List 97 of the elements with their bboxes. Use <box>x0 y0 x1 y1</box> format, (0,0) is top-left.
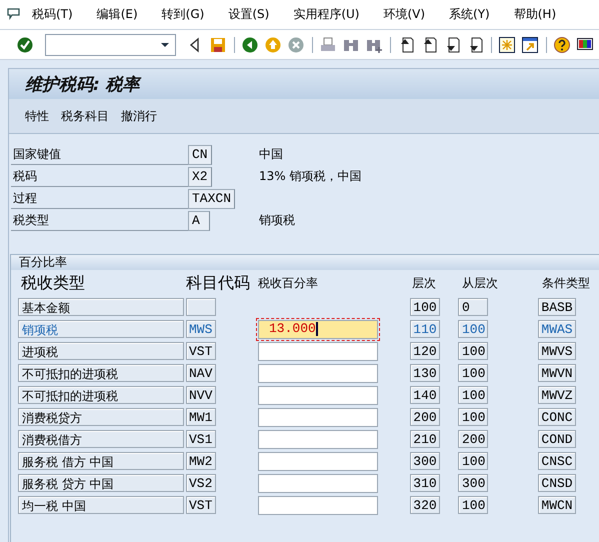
tax-type-cell: 进项税 <box>18 342 184 360</box>
new-window-icon[interactable] <box>521 36 540 54</box>
column-header: 从层次 <box>461 274 499 292</box>
account-key-cell: MW1 <box>186 408 216 426</box>
from-level-cell: 100 <box>458 364 488 382</box>
rate-input[interactable] <box>258 364 378 382</box>
menu-item[interactable]: 系统(Y) <box>449 6 490 23</box>
level-cell: 100 <box>410 298 440 316</box>
column-header: 科目代码 <box>186 272 251 294</box>
from-level-cell: 100 <box>458 452 488 470</box>
menu-item[interactable]: 转到(G) <box>162 6 204 23</box>
condition-type-cell: MWVZ <box>538 386 576 404</box>
tax-type-cell: 基本金额 <box>18 298 184 316</box>
field-value: CN <box>188 145 212 165</box>
condition-type-cell: CONC <box>538 408 576 426</box>
back-icon[interactable] <box>241 36 260 54</box>
save-icon[interactable] <box>209 36 228 54</box>
rate-input[interactable] <box>258 474 378 492</box>
from-level-cell: 100 <box>458 408 488 426</box>
level-cell: 130 <box>410 364 440 382</box>
group-title: 百分比率 <box>19 255 67 269</box>
field-label: 过程 <box>11 189 188 209</box>
level-cell: 140 <box>410 386 440 404</box>
field-value: X2 <box>188 167 212 187</box>
level-cell: 120 <box>410 342 440 360</box>
layout-icon[interactable] <box>498 36 516 54</box>
rate-input[interactable] <box>258 430 378 448</box>
from-level-cell: 100 <box>458 342 488 360</box>
tax-type-cell: 均一税 中国 <box>18 496 184 514</box>
field-description: 13% 销项税，中国 <box>259 168 362 185</box>
field-label: 国家键值 <box>11 145 188 165</box>
menu-item[interactable]: 帮助(H) <box>514 6 556 23</box>
tax-type-cell: 服务税 借方 中国 <box>18 452 184 470</box>
tax-type-cell: 不可抵扣的进项税 <box>18 386 184 404</box>
column-header: 税收百分率 <box>258 274 319 292</box>
from-level-cell: 300 <box>458 474 488 492</box>
field-description: 中国 <box>259 146 283 163</box>
account-key-cell: VST <box>186 496 216 514</box>
account-key-cell: VS2 <box>186 474 216 492</box>
tax-type-cell: 服务税 贷方 中国 <box>18 474 184 492</box>
menu-item[interactable]: 实用程序(U) <box>293 6 360 23</box>
level-cell: 110 <box>410 320 440 338</box>
account-key-cell <box>186 298 216 316</box>
account-key-cell: NVV <box>186 386 216 404</box>
command-field[interactable] <box>45 34 176 56</box>
account-key-cell: VST <box>186 342 216 360</box>
column-header: 税收类型 <box>20 272 86 294</box>
screen-title: 维护税码: 税率 <box>25 74 140 96</box>
condition-type-cell: MWVS <box>538 342 576 360</box>
rate-input[interactable] <box>258 452 378 470</box>
rate-input[interactable] <box>258 342 378 360</box>
level-cell: 310 <box>410 474 440 492</box>
tax-type-cell: 不可抵扣的进项税 <box>18 364 184 382</box>
level-cell: 320 <box>410 496 440 514</box>
rate-input[interactable] <box>258 386 378 404</box>
condition-type-cell: BASB <box>538 298 576 316</box>
toolbar-button[interactable]: 税务科目 <box>55 106 115 126</box>
level-cell: 300 <box>410 452 440 470</box>
tax-type-cell: 消费税借方 <box>18 430 184 448</box>
field-label: 税码 <box>11 167 188 187</box>
rate-input[interactable] <box>258 496 378 514</box>
help-icon[interactable] <box>552 36 571 54</box>
tax-type-cell: 消费税贷方 <box>18 408 184 426</box>
account-key-cell: MW2 <box>186 452 216 470</box>
from-level-cell: 100 <box>458 320 488 338</box>
field-label: 税类型 <box>11 211 188 231</box>
account-key-cell: NAV <box>186 364 216 382</box>
checkmark-icon[interactable] <box>16 36 34 54</box>
menu-item[interactable]: 环境(V) <box>383 6 426 23</box>
tax-type-cell: 销项税 <box>18 320 184 338</box>
printer-icon[interactable] <box>319 36 338 54</box>
toolbar-button[interactable]: 撤消行 <box>115 106 163 126</box>
condition-type-cell: MWAS <box>538 320 576 338</box>
condition-type-cell: COND <box>538 430 576 448</box>
rate-input[interactable]: 13.000 <box>258 320 378 338</box>
menu-item[interactable]: 税码(T) <box>32 6 73 23</box>
condition-type-cell: CNSD <box>538 474 576 492</box>
from-level-cell: 100 <box>458 496 488 514</box>
from-level-cell: 200 <box>458 430 488 448</box>
column-header: 条件类型 <box>542 274 590 292</box>
field-value: A <box>188 211 210 231</box>
condition-type-cell: MWVN <box>538 364 576 382</box>
level-cell: 200 <box>410 408 440 426</box>
condition-type-cell: MWCN <box>538 496 576 514</box>
menu-item[interactable]: 编辑(E) <box>96 6 138 23</box>
account-key-cell: VS1 <box>186 430 216 448</box>
rate-input[interactable] <box>258 408 378 426</box>
field-description: 销项税 <box>259 212 295 229</box>
column-header: 层次 <box>411 274 437 292</box>
from-level-cell: 0 <box>458 298 488 316</box>
toolbar-button[interactable]: 特性 <box>19 106 55 126</box>
field-value: TAXCN <box>188 189 236 209</box>
level-cell: 210 <box>410 430 440 448</box>
condition-type-cell: CNSC <box>538 452 576 470</box>
menu-item[interactable]: 设置(S) <box>228 6 270 23</box>
account-key-cell: MWS <box>186 320 216 338</box>
from-level-cell: 100 <box>458 386 488 404</box>
